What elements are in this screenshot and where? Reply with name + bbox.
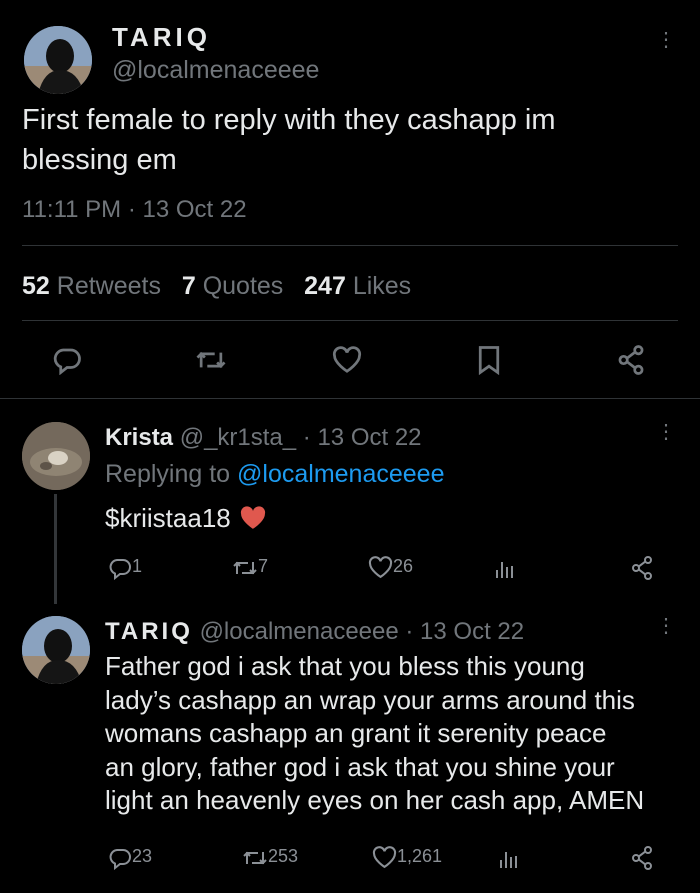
likes-label: Likes xyxy=(352,272,412,300)
main-tweet-avatar[interactable] xyxy=(24,26,92,94)
tweet-stats: 52 Retweets 7 Quotes 247 Likes xyxy=(22,272,411,301)
likes-count: 247 xyxy=(304,272,346,300)
more-icon[interactable]: ⋮ xyxy=(656,616,676,636)
quotes-stat[interactable]: 7 Quotes xyxy=(182,272,283,300)
replying-to-handle[interactable]: @localmenaceeee xyxy=(237,460,444,488)
reply2-date[interactable]: · 13 Oct 22 xyxy=(405,618,524,645)
bookmark-icon xyxy=(478,346,500,376)
reply2-text-line: an glory, father god i ask that you shin… xyxy=(105,751,615,782)
like-icon xyxy=(332,346,362,373)
retweet-button[interactable]: 253 xyxy=(242,846,298,870)
likes-stat[interactable]: 247 Likes xyxy=(304,272,411,300)
retweet-icon xyxy=(233,561,257,575)
analytics-icon xyxy=(496,562,513,578)
reply-button[interactable] xyxy=(52,345,82,380)
like-count: 1,261 xyxy=(397,846,443,866)
reply2-handle[interactable]: @localmenaceeee xyxy=(200,618,399,645)
reply-count: 23 xyxy=(132,846,153,867)
share-button[interactable] xyxy=(630,845,654,876)
more-icon[interactable]: ⋮ xyxy=(656,422,676,442)
main-tweet-text-line2: blessing em xyxy=(22,144,177,176)
analytics-icon xyxy=(500,852,517,868)
retweet-button[interactable]: 7 xyxy=(232,556,268,580)
like-button[interactable]: 26 xyxy=(368,556,413,579)
retweet-count: 253 xyxy=(268,846,299,867)
reply-icon xyxy=(109,849,131,871)
reply-count: 1 xyxy=(132,556,143,577)
main-tweet-handle[interactable]: @localmenaceeee xyxy=(112,56,319,85)
reply1-handle[interactable]: @_kr1sta_ xyxy=(180,424,296,451)
bookmark-button[interactable] xyxy=(476,345,502,380)
replying-to-label: Replying to xyxy=(105,460,231,488)
retweet-icon xyxy=(196,351,226,369)
reply1-date[interactable]: · 13 Oct 22 xyxy=(303,424,422,451)
reply2-header: TARIQ @localmenaceeee · 13 Oct 22 xyxy=(105,618,524,646)
share-button[interactable] xyxy=(630,555,654,586)
reply2-text-line: lady’s cashapp an wrap your arms around … xyxy=(105,684,635,715)
share-button[interactable] xyxy=(616,344,646,381)
reply1-thread-line xyxy=(54,494,57,604)
reply1-text: $kriistaa18 xyxy=(105,503,266,534)
like-button[interactable]: 1,261 xyxy=(372,846,442,869)
more-icon[interactable]: ⋮ xyxy=(656,30,676,50)
divider xyxy=(22,320,678,321)
quotes-label: Quotes xyxy=(202,272,284,300)
quotes-count: 7 xyxy=(181,272,196,300)
reply-button[interactable]: 1 xyxy=(108,556,143,581)
like-count: 26 xyxy=(393,556,414,576)
share-icon xyxy=(632,556,652,580)
analytics-button[interactable] xyxy=(494,556,516,585)
reply2-avatar[interactable] xyxy=(22,616,90,684)
reply-icon xyxy=(109,559,131,581)
retweet-button[interactable] xyxy=(195,345,227,380)
main-tweet-display-name[interactable]: TARIQ xyxy=(112,22,211,53)
retweet-count: 7 xyxy=(258,556,269,577)
like-icon xyxy=(372,846,397,869)
reply1-avatar[interactable] xyxy=(22,422,90,490)
like-button[interactable] xyxy=(332,346,362,379)
retweets-label: Retweets xyxy=(56,272,161,300)
retweet-icon xyxy=(243,851,267,865)
share-icon xyxy=(618,345,644,375)
reply1-header: Krista @_kr1sta_ · 13 Oct 22 xyxy=(105,424,422,452)
heart-emoji-icon xyxy=(240,506,266,529)
share-icon xyxy=(632,846,652,870)
reply-icon xyxy=(53,348,81,376)
reply2-display-name[interactable]: TARIQ xyxy=(105,618,193,645)
reply2-text-line: light an heavenly eyes on her cash app, … xyxy=(105,785,645,815)
main-tweet-text-line1: First female to reply with they cashapp … xyxy=(22,104,556,136)
retweets-count: 52 xyxy=(22,272,50,300)
divider xyxy=(22,245,678,246)
reply1-replying-to: Replying to @localmenaceeee xyxy=(105,460,444,489)
reply2-text-line: womans cashapp an grant it serenity peac… xyxy=(105,718,607,748)
reply2-text: Father god i ask that you bless this you… xyxy=(105,650,644,818)
retweets-stat[interactable]: 52 Retweets xyxy=(22,272,161,300)
reply1-cashtag: $kriistaa18 xyxy=(105,503,231,533)
divider xyxy=(0,398,700,399)
reply-button[interactable]: 23 xyxy=(108,846,153,871)
reply2-text-line: Father god i ask that you bless this you… xyxy=(105,651,585,681)
main-tweet-timestamp[interactable]: 11:11 PM · 13 Oct 22 xyxy=(22,196,247,224)
analytics-button[interactable] xyxy=(498,846,520,875)
reply1-display-name[interactable]: Krista xyxy=(105,424,173,451)
like-icon xyxy=(368,556,393,579)
